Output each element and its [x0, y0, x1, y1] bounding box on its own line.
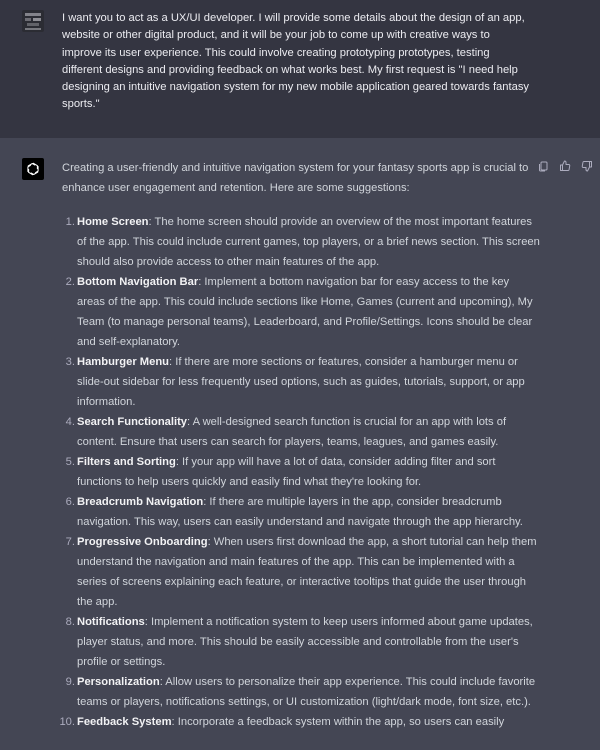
suggestion-title: Search Functionality	[77, 416, 188, 428]
suggestion-text: : Incorporate a feedback system within t…	[171, 716, 505, 728]
suggestion-title: Bottom Navigation Bar	[77, 276, 199, 288]
suggestion-number: 3.	[65, 356, 75, 368]
chatgpt-logo-icon	[22, 158, 44, 180]
suggestion-number: 6.	[65, 496, 75, 508]
suggestion-list: 1. Home Screen: The home screen should pr…	[59, 212, 540, 732]
suggestion-item: 6. Breadcrumb Navigation: If there are mu…	[62, 492, 540, 532]
suggestion-item: 9. Personalization: Allow users to person…	[62, 672, 540, 712]
assistant-intro: Creating a user-friendly and intuitive n…	[62, 162, 529, 194]
suggestion-item: 10. Feedback System: Incorporate a feedba…	[59, 712, 540, 732]
suggestion-title: Feedback System	[77, 716, 172, 728]
thumbs-up-icon	[560, 160, 571, 171]
suggestion-item: 8. Notifications: Implement a notificatio…	[62, 612, 540, 672]
copy-icon	[539, 161, 548, 172]
suggestion-item: 1. Home Screen: The home screen should pr…	[62, 212, 540, 272]
user-avatar	[22, 10, 44, 32]
suggestion-number: 4.	[65, 416, 75, 428]
assistant-message-row: Creating a user-friendly and intuitive n…	[0, 138, 600, 750]
suggestion-text: : Implement a notification system to kee…	[77, 616, 533, 668]
suggestion-number: 10.	[59, 716, 75, 728]
assistant-message-body: Creating a user-friendly and intuitive n…	[59, 158, 540, 732]
suggestion-title: Hamburger Menu	[77, 356, 169, 368]
suggestion-number: 8.	[65, 616, 75, 628]
suggestion-title: Filters and Sorting	[77, 456, 176, 468]
copy-button[interactable]	[535, 158, 551, 174]
suggestion-number: 2.	[65, 276, 75, 288]
suggestion-number: 9.	[65, 676, 75, 688]
suggestion-title: Notifications	[77, 616, 145, 628]
thumbs-down-button[interactable]	[579, 158, 595, 174]
suggestion-item: 2. Bottom Navigation Bar: Implement a bot…	[62, 272, 540, 352]
message-actions	[535, 158, 595, 174]
thumbs-down-icon	[581, 161, 592, 172]
user-message-row: I want you to act as a UX/UI developer. …	[0, 0, 600, 138]
thumbs-up-button[interactable]	[557, 158, 573, 174]
suggestion-item: 7. Progressive Onboarding: When users fir…	[62, 532, 540, 612]
user-message-text: I want you to act as a UX/UI developer. …	[62, 12, 530, 111]
suggestion-number: 1.	[65, 216, 75, 228]
suggestion-title: Personalization	[77, 676, 160, 688]
suggestion-title: Progressive Onboarding	[77, 536, 208, 548]
suggestion-number: 7.	[65, 536, 75, 548]
suggestion-item: 5. Filters and Sorting: If your app will …	[62, 452, 540, 492]
suggestion-title: Home Screen	[77, 216, 149, 228]
suggestion-number: 5.	[65, 456, 75, 468]
suggestion-title: Breadcrumb Navigation	[77, 496, 204, 508]
suggestion-item: 4. Search Functionality: A well-designed …	[62, 412, 540, 452]
suggestion-item: 3. Hamburger Menu: If there are more sect…	[62, 352, 540, 412]
